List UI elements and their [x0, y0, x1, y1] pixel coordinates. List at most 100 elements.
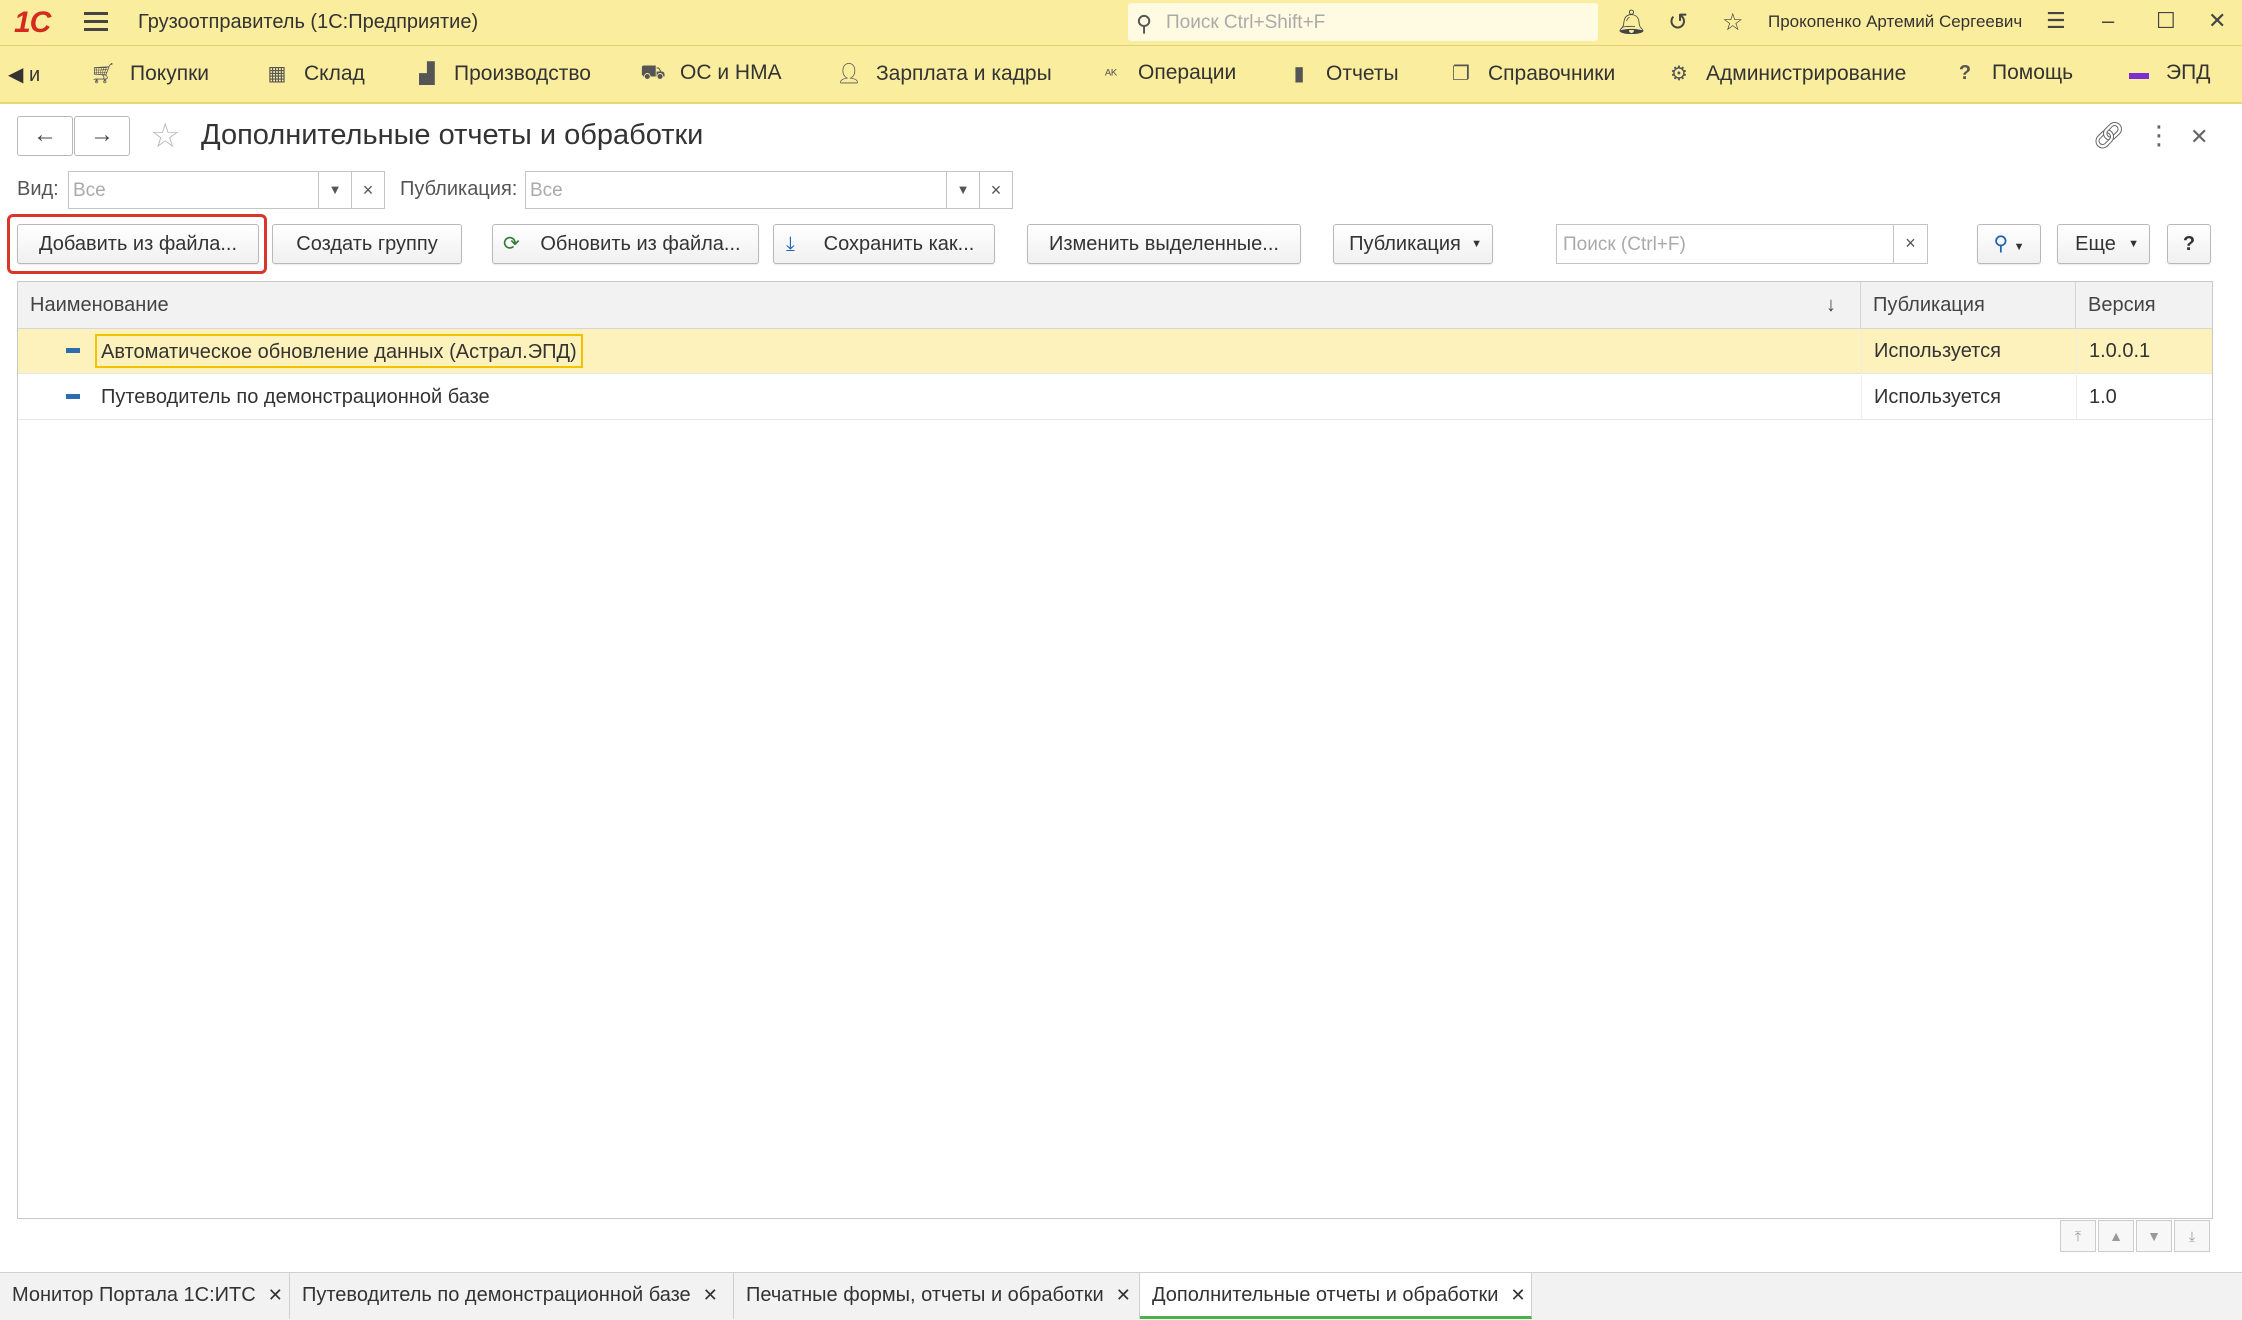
kind-dropdown-icon[interactable]: ▼ [318, 171, 352, 209]
back-button[interactable]: ← [17, 116, 73, 156]
row-name-cell: Путеводитель по демонстрационной базе [101, 386, 490, 408]
bell-icon[interactable]: 🔔︎ [1616, 8, 1646, 37]
section-catalogs[interactable]: ❐ Справочники [1448, 61, 1615, 86]
column-name[interactable]: Наименование ↓ [18, 282, 1861, 329]
close-tab-icon[interactable]: ✕ [1116, 1273, 1131, 1317]
chevron-down-icon: ▼ [1471, 238, 1482, 250]
truck-icon: ⛟ [640, 62, 666, 84]
close-tab-icon[interactable]: ✕ [703, 1273, 718, 1317]
table-header: Наименование ↓ Публикация Версия [18, 282, 2212, 329]
update-from-file-button[interactable]: ⟳ Обновить из файла... [492, 224, 759, 264]
scroll-down-icon[interactable]: ▼ [2136, 1220, 2172, 1252]
create-group-button[interactable]: Создать группу [272, 224, 462, 264]
section-warehouse[interactable]: ▦ Склад [264, 61, 365, 86]
section-operations[interactable]: ᴬᴷ Операции [1098, 61, 1236, 85]
row-version-cell: 1.0.0.1 [2089, 340, 2151, 362]
publication-filter-label: Публикация: [400, 178, 518, 200]
maximize-icon[interactable]: ☐ [2156, 8, 2176, 34]
scroll-up-icon[interactable]: ▲ [2098, 1220, 2134, 1252]
sections-scroll-left[interactable]: ◀ и [8, 62, 40, 87]
main-menu-icon[interactable] [84, 12, 108, 32]
favorites-star-icon[interactable]: ☆ [1722, 8, 1744, 37]
more-button[interactable]: Еще ▼ [2057, 224, 2150, 264]
row-version-cell: 1.0 [2089, 386, 2117, 408]
bar-chart-icon: ▮ [1293, 63, 1305, 85]
publication-dropdown-icon[interactable]: ▼ [946, 171, 980, 209]
close-tab-icon[interactable]: ✕ [268, 1273, 283, 1317]
section-epd[interactable]: ▬ ЭПД [2126, 61, 2210, 85]
column-version[interactable]: Версия [2076, 282, 2214, 329]
kind-select[interactable]: Все [68, 171, 320, 209]
settings-menu-icon[interactable]: ☰ [2046, 8, 2066, 34]
search-icon: ⚲ [1993, 233, 2009, 255]
1c-logo: 1С [14, 6, 51, 39]
app-title: Грузоотправитель (1С:Предприятие) [138, 11, 479, 33]
history-icon[interactable]: ↺ [1668, 8, 1688, 37]
scroll-first-icon[interactable]: ⤒ [2060, 1220, 2096, 1252]
sections-panel: ◀ и 🛒︎ Покупки ▦ Склад ▟ Производство ⛟ ОС и… [0, 46, 2242, 104]
processing-list-table[interactable]: Наименование ↓ Публикация Версия Автомат… [17, 281, 2213, 1219]
publication-menu-button[interactable]: Публикация ▼ [1333, 224, 1493, 264]
change-selected-button[interactable]: Изменить выделенные... [1027, 224, 1301, 264]
forward-button[interactable]: → [74, 116, 130, 156]
top-bar: 1С Грузоотправитель (1С:Предприятие) ⚲ П… [0, 0, 2242, 46]
tab-print-forms[interactable]: Печатные формы, отчеты и обработки ✕ [734, 1273, 1140, 1319]
tab-its-monitor[interactable]: Монитор Портала 1С:ИТС ✕ [0, 1273, 290, 1319]
row-publication-cell: Используется [1874, 386, 2001, 408]
chevron-down-icon: ▼ [2013, 241, 2025, 253]
save-as-button[interactable]: ⤓ Сохранить как... [773, 224, 995, 264]
page-title: Дополнительные отчеты и обработки [201, 119, 704, 151]
search-button[interactable]: ⚲ ▼ [1977, 224, 2041, 264]
download-icon: ⤓ [786, 233, 795, 255]
section-salary[interactable]: 👤︎ Зарплата и кадры [836, 61, 1051, 86]
row-publication-cell: Используется [1874, 340, 2001, 362]
publication-filter-select[interactable]: Все [525, 171, 949, 209]
section-administration[interactable]: ⚙ Администрирование [1666, 61, 1906, 86]
favorite-star-icon[interactable]: ☆ [150, 116, 180, 156]
gear-icon: ⚙ [1670, 63, 1688, 85]
person-icon: 👤︎ [836, 63, 862, 85]
book-icon: ❐ [1452, 63, 1470, 85]
tab-additional-reports[interactable]: Дополнительные отчеты и обработки ✕ [1140, 1273, 1532, 1319]
search-clear-icon[interactable]: × [1893, 225, 1927, 263]
open-windows-bar: Монитор Портала 1С:ИТС ✕ Путеводитель по … [0, 1272, 2242, 1320]
chevron-down-icon: ▼ [2128, 238, 2139, 250]
kind-label: Вид: [17, 178, 59, 200]
epd-icon: ▬ [2129, 62, 2149, 84]
close-form-icon[interactable]: ✕ [2190, 124, 2208, 150]
column-publication[interactable]: Публикация [1861, 282, 2076, 329]
row-name-cell: Автоматическое обновление данных (Астрал… [95, 334, 583, 368]
section-help[interactable]: ? Помощь [1952, 61, 2073, 85]
user-name[interactable]: Прокопенко Артемий Сергеевич [1768, 12, 2022, 32]
item-icon [66, 394, 80, 399]
warehouse-icon: ▦ [267, 63, 287, 85]
minimize-icon[interactable]: – [2102, 8, 2114, 34]
table-row[interactable]: Путеводитель по демонстрационной базе Ис… [18, 375, 2212, 420]
tab-demo-guide[interactable]: Путеводитель по демонстрационной базе ✕ [290, 1273, 734, 1319]
close-window-icon[interactable]: ✕ [2208, 8, 2226, 34]
section-fixed-assets[interactable]: ⛟ ОС и НМА [640, 61, 781, 87]
sort-arrow-icon: ↓ [1826, 294, 1836, 316]
item-icon [66, 348, 80, 353]
update-icon: ⟳ [503, 233, 520, 255]
help-icon: ? [1958, 62, 1972, 84]
help-button[interactable]: ? [2167, 224, 2211, 264]
publication-clear-icon[interactable]: × [979, 171, 1013, 209]
global-search-input[interactable]: ⚲ Поиск Ctrl+Shift+F [1128, 3, 1598, 41]
section-purchases[interactable]: 🛒︎ Покупки [90, 61, 209, 86]
section-reports[interactable]: ▮ Отчеты [1286, 61, 1398, 86]
scroll-last-icon[interactable]: ⤓ [2174, 1220, 2210, 1252]
list-search-input[interactable]: Поиск (Ctrl+F) × [1556, 224, 1928, 264]
table-row[interactable]: Автоматическое обновление данных (Астрал… [18, 329, 2212, 374]
global-search-placeholder: Поиск Ctrl+Shift+F [1166, 12, 1326, 33]
add-from-file-button[interactable]: Добавить из файла... [17, 224, 259, 264]
kind-clear-icon[interactable]: × [351, 171, 385, 209]
close-tab-icon[interactable]: ✕ [1510, 1273, 1525, 1317]
section-production[interactable]: ▟ Производство [414, 61, 591, 86]
factory-icon: ▟ [419, 63, 435, 85]
more-vertical-icon[interactable]: ⋮ [2146, 120, 2172, 151]
link-icon[interactable]: 🔗︎ [2092, 120, 2125, 151]
operations-icon: ᴬᴷ [1104, 66, 1118, 82]
cart-icon: 🛒︎ [90, 63, 116, 85]
search-icon: ⚲ [1136, 11, 1153, 36]
